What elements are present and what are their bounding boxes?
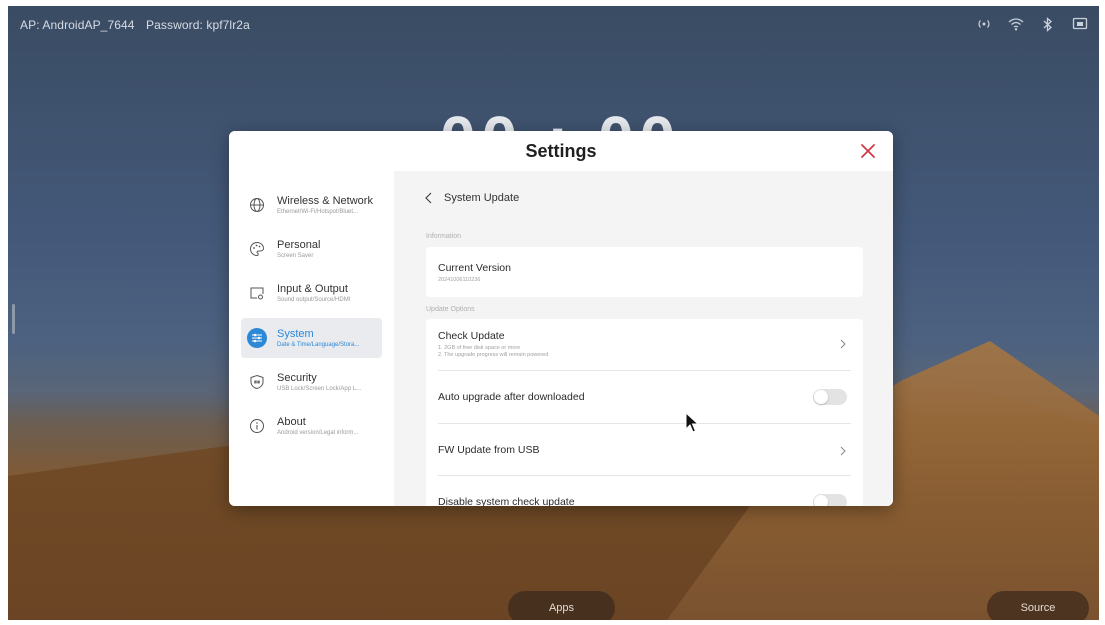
source-button[interactable]: Source <box>987 591 1089 620</box>
check-update-note-1: 1. 2GB of free disk space or more <box>438 345 521 351</box>
fw-update-usb-label: FW Update from USB <box>438 444 540 456</box>
sidebar-item-subtitle: Sound output/Source/HDMI <box>277 297 351 303</box>
hotspot-icon <box>975 16 993 32</box>
ap-password: Password: kpf7lr2a <box>146 18 250 32</box>
check-update-row[interactable]: Check Update 1. 2GB of free disk space o… <box>426 319 863 369</box>
chevron-right-icon <box>840 446 846 456</box>
sidebar-item-subtitle: Screen Saver <box>277 253 314 259</box>
auto-upgrade-label: Auto upgrade after downloaded <box>438 391 585 403</box>
sidebar-item-system[interactable]: System Date & Time/Language/Stora... <box>241 318 382 358</box>
sidebar-item-label: System <box>277 328 314 340</box>
panel-title: System Update <box>444 192 520 204</box>
back-button[interactable]: System Update <box>424 191 519 205</box>
fw-update-usb-row[interactable]: FW Update from USB <box>426 424 863 476</box>
ap-name: AP: AndroidAP_7644 <box>20 18 135 32</box>
auto-upgrade-toggle[interactable] <box>813 389 847 405</box>
globe-icon <box>247 195 267 215</box>
check-update-note-2: 2. The upgrade progress will remain powe… <box>438 352 549 358</box>
sidebar-item-wireless-network[interactable]: Wireless & Network Ethernet/Wi-Fi/Hotspo… <box>241 185 382 225</box>
disable-check-update-toggle[interactable] <box>813 494 847 506</box>
sidebar-item-label: About <box>277 416 306 428</box>
mouse-pointer-icon <box>685 412 699 433</box>
sidebar-item-subtitle: Date & Time/Language/Stora... <box>277 342 360 348</box>
current-version-value: 20241006110236 <box>438 277 481 283</box>
update-options-card: Check Update 1. 2GB of free disk space o… <box>426 319 863 506</box>
bluetooth-icon <box>1039 16 1057 32</box>
section-label-update-options: Update Options <box>426 306 475 313</box>
apps-button[interactable]: Apps <box>508 591 615 620</box>
sidebar-item-subtitle: Android version/Legal inform... <box>277 430 359 436</box>
dialog-header: Settings <box>229 131 893 171</box>
settings-dialog: Settings Wireless & Network Ethernet/Wi-… <box>229 131 893 506</box>
hotspot-info: AP: AndroidAP_7644 Password: kpf7lr2a <box>20 18 250 32</box>
sidebar-item-label: Personal <box>277 239 321 251</box>
close-icon <box>861 144 875 158</box>
auto-upgrade-row: Auto upgrade after downloaded <box>426 371 863 423</box>
close-button[interactable] <box>857 140 879 162</box>
info-icon <box>247 416 267 436</box>
sidebar-item-label: Security <box>277 372 317 384</box>
current-version-card: Current Version 20241006110236 <box>426 247 863 297</box>
disable-check-update-label: Disable system check update <box>438 496 575 506</box>
input-output-icon <box>247 283 267 303</box>
dialog-title: Settings <box>525 140 597 161</box>
current-version-label: Current Version <box>438 262 511 274</box>
side-handle[interactable] <box>12 304 15 334</box>
sidebar-item-about[interactable]: About Android version/Legal inform... <box>241 406 382 446</box>
sidebar-item-label: Input & Output <box>277 283 348 295</box>
system-icon <box>247 328 267 348</box>
sidebar-item-subtitle: USB Lock/Screen Lock/App L... <box>277 386 362 392</box>
security-icon <box>247 372 267 392</box>
sidebar-item-label: Wireless & Network <box>277 195 373 207</box>
sidebar-item-subtitle: Ethernet/Wi-Fi/Hotspot/Bluet... <box>277 209 359 215</box>
wifi-icon <box>1007 16 1025 32</box>
status-icons <box>975 16 1089 32</box>
chevron-right-icon <box>840 339 846 349</box>
sidebar-item-personal[interactable]: Personal Screen Saver <box>241 229 382 269</box>
settings-sidebar: Wireless & Network Ethernet/Wi-Fi/Hotspo… <box>229 171 394 506</box>
palette-icon <box>247 239 267 259</box>
system-update-panel: System Update Information Current Versio… <box>394 171 893 506</box>
screen-cast-icon <box>1071 16 1089 32</box>
check-update-label: Check Update <box>438 330 505 342</box>
section-label-information: Information <box>426 233 462 240</box>
sidebar-item-input-output[interactable]: Input & Output Sound output/Source/HDMI <box>241 273 382 313</box>
disable-check-update-row: Disable system check update <box>426 476 863 506</box>
sidebar-item-security[interactable]: Security USB Lock/Screen Lock/App L... <box>241 362 382 402</box>
chevron-left-icon <box>425 192 432 204</box>
